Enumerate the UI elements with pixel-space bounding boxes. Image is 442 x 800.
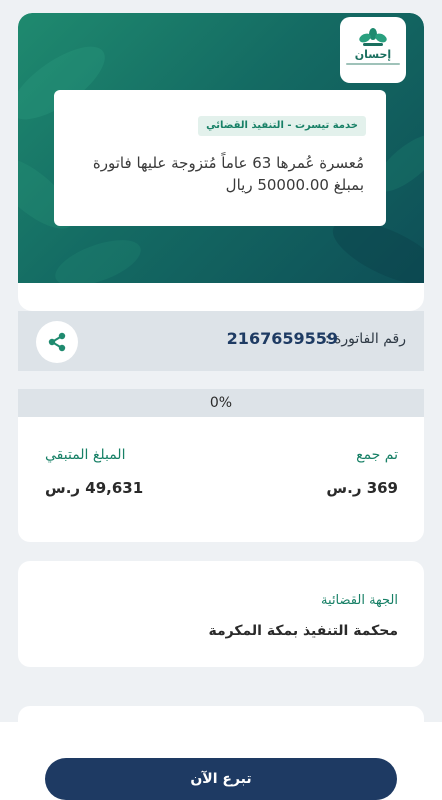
ehsan-logo: إحسان	[340, 17, 406, 83]
share-icon	[48, 332, 66, 352]
ehsan-logo-icon	[359, 28, 387, 46]
service-tag: خدمة تيسرت - التنفيذ القضائي	[198, 116, 366, 136]
collected-label: تم جمع	[356, 447, 398, 463]
campaign-description: مُعسرة عُمرها 63 عاماً مُتزوجة عليها فات…	[92, 154, 364, 194]
brand-name: إحسان	[354, 48, 392, 61]
campaign-hero: إحسان خدمة تيسرت - التنفيذ القضائي مُعسر…	[18, 13, 424, 283]
authority-label: الجهة القضائية	[321, 593, 398, 608]
progress-bar: 0%	[18, 389, 424, 417]
authority-value: محكمة التنفيذ بمكة المكرمة	[208, 623, 399, 639]
campaign-info: خدمة تيسرت - التنفيذ القضائي مُعسرة عُمر…	[54, 90, 386, 226]
remaining-label: المبلغ المتبقي	[45, 447, 126, 463]
donation-stats: تم جمع 369 ر.س المبلغ المتبقي 49,631 ر.س	[18, 417, 424, 542]
invoice-bar: رقم الفاتورة : 2167659559	[18, 311, 424, 371]
brand-tagline	[346, 63, 400, 65]
judicial-authority-card: الجهة القضائية محكمة التنفيذ بمكة المكرم…	[18, 561, 424, 667]
remaining-value: 49,631 ر.س	[45, 479, 144, 497]
campaign-card: إحسان خدمة تيسرت - التنفيذ القضائي مُعسر…	[18, 13, 424, 311]
collected-value: 369 ر.س	[326, 479, 398, 497]
share-button[interactable]	[36, 321, 78, 363]
donate-now-button[interactable]: تبرع الآن	[45, 758, 397, 800]
progress-percent: 0%	[209, 395, 233, 411]
invoice-number: 2167659559	[226, 329, 338, 348]
